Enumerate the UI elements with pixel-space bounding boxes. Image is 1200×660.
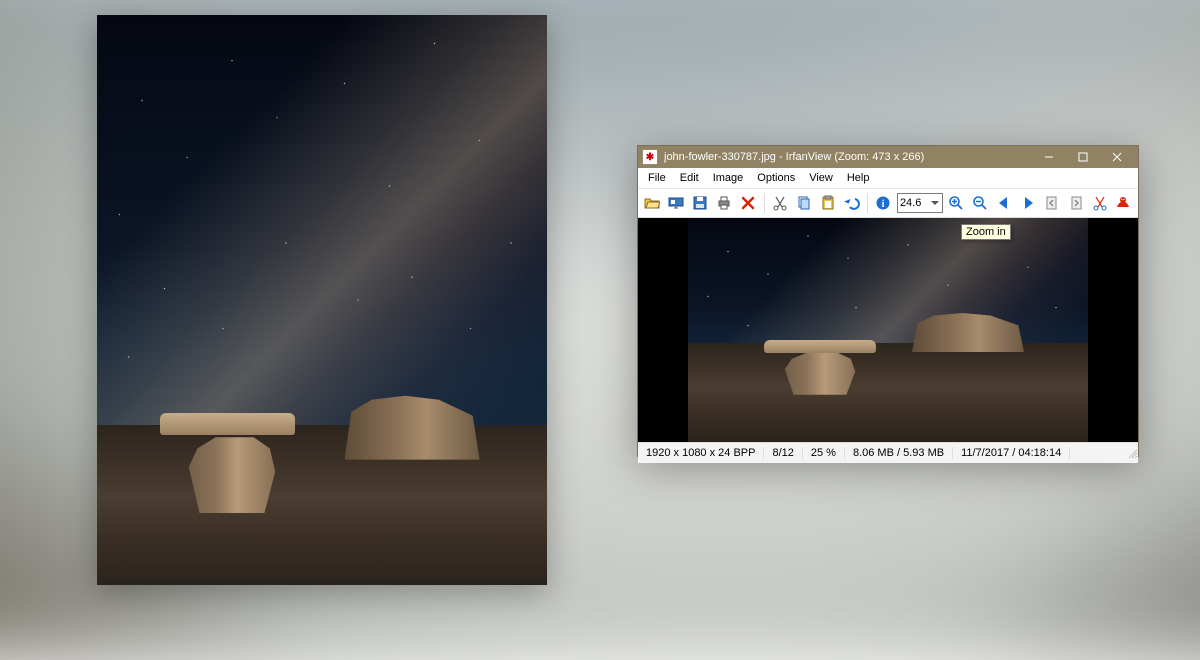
zoom-value: 24.6 [900,197,921,209]
image-viewport[interactable]: Zoom in [638,218,1138,442]
zoom-in-button[interactable] [946,191,967,215]
prev-button[interactable] [993,191,1014,215]
menu-view[interactable]: View [803,170,839,186]
info-button[interactable]: i [873,191,894,215]
slideshow-button[interactable] [666,191,687,215]
resize-grip[interactable] [1070,447,1138,459]
tooltip: Zoom in [961,224,1011,240]
status-filesizes: 8.06 MB / 5.93 MB [845,447,953,459]
delete-button[interactable] [738,191,759,215]
minimize-button[interactable] [1032,146,1066,168]
large-preview-image [97,15,547,585]
menu-image[interactable]: Image [707,170,750,186]
save-button[interactable] [690,191,711,215]
status-datetime: 11/7/2017 / 04:18:14 [953,447,1070,459]
menu-edit[interactable]: Edit [674,170,705,186]
svg-text:i: i [882,199,885,210]
toolbar-separator [867,193,868,213]
app-icon: ✱ [642,149,658,165]
statusbar: 1920 x 1080 x 24 BPP 8/12 25 % 8.06 MB /… [638,442,1138,463]
settings-button[interactable] [1089,191,1110,215]
cut-button[interactable] [769,191,790,215]
status-index: 8/12 [764,447,802,459]
next-page-button[interactable] [1065,191,1086,215]
zoom-combobox[interactable]: 24.6 [897,193,943,213]
toolbar: i 24.6 [638,189,1138,218]
close-button[interactable] [1100,146,1134,168]
menu-file[interactable]: File [642,170,672,186]
zoom-out-button[interactable] [969,191,990,215]
undo-button[interactable] [841,191,862,215]
print-button[interactable] [714,191,735,215]
menu-help[interactable]: Help [841,170,876,186]
menu-options[interactable]: Options [751,170,801,186]
irfanview-window: ✱ john-fowler-330787.jpg - IrfanView (Zo… [637,145,1139,457]
prev-page-button[interactable] [1041,191,1062,215]
copy-button[interactable] [793,191,814,215]
maximize-button[interactable] [1066,146,1100,168]
about-button[interactable] [1113,191,1134,215]
menubar: File Edit Image Options View Help [638,168,1138,189]
next-button[interactable] [1017,191,1038,215]
titlebar[interactable]: ✱ john-fowler-330787.jpg - IrfanView (Zo… [638,146,1138,168]
status-zoom: 25 % [803,447,845,459]
toolbar-separator [764,193,765,213]
status-dimensions: 1920 x 1080 x 24 BPP [638,447,764,459]
paste-button[interactable] [817,191,838,215]
open-button[interactable] [642,191,663,215]
window-title: john-fowler-330787.jpg - IrfanView (Zoom… [664,151,1032,163]
